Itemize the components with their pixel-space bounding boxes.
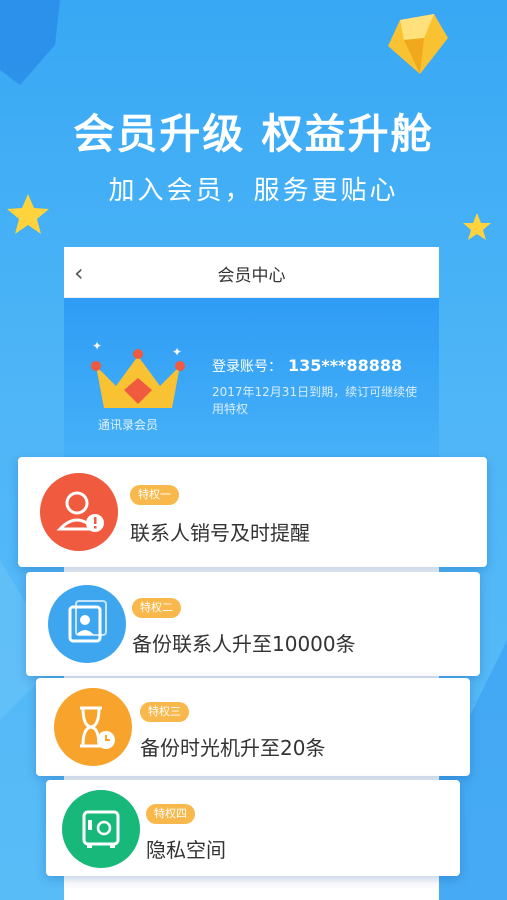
privilege-text: 备份时光机升至20条 <box>140 736 326 760</box>
privilege-text: 隐私空间 <box>146 838 226 862</box>
account-label: 登录账号： <box>212 359 282 375</box>
safe-icon <box>62 790 140 868</box>
privilege-card-4[interactable]: 特权四 隐私空间 <box>46 780 460 876</box>
privilege-badge: 特权二 <box>132 598 181 618</box>
nav-title: 会员中心 <box>217 266 286 286</box>
hero-subtitle: 加入会员，服务更贴心 <box>108 176 399 206</box>
privilege-badge: 特权四 <box>146 804 195 824</box>
privilege-text: 联系人销号及时提醒 <box>130 521 310 545</box>
member-label: 通讯录会员 <box>98 418 159 432</box>
member-panel: ✦ ✦ 通讯录会员 登录账号： 135***88888 2017年12月31日到期… <box>64 298 439 458</box>
privilege-card-2[interactable]: 特权二 备份联系人升至10000条 <box>26 572 480 676</box>
star-icon <box>463 213 491 240</box>
account-row: 登录账号： 135***88888 <box>212 356 402 376</box>
hero-title: 会员升级 权益升舱 <box>73 110 434 158</box>
hourglass-clock-icon <box>54 688 132 766</box>
nav-bar: ‹ 会员中心 <box>64 247 439 298</box>
contact-card-icon <box>48 585 126 663</box>
crown-icon: ✦ ✦ <box>91 339 185 408</box>
person-alert-icon <box>40 473 118 551</box>
diamond-icon <box>388 14 448 74</box>
expiry-note: 2017年12月31日到期，续订可继续使用特权 <box>212 385 418 416</box>
account-value: 135***88888 <box>288 356 403 375</box>
privilege-card-3[interactable]: 特权三 备份时光机升至20条 <box>36 678 470 776</box>
privilege-badge: 特权三 <box>140 702 189 722</box>
svg-text:✦: ✦ <box>92 339 102 353</box>
privilege-text: 备份联系人升至10000条 <box>132 632 356 656</box>
svg-text:✦: ✦ <box>172 345 182 359</box>
privilege-card-1[interactable]: 特权一 联系人销号及时提醒 <box>18 457 487 567</box>
privilege-badge: 特权一 <box>130 485 179 505</box>
